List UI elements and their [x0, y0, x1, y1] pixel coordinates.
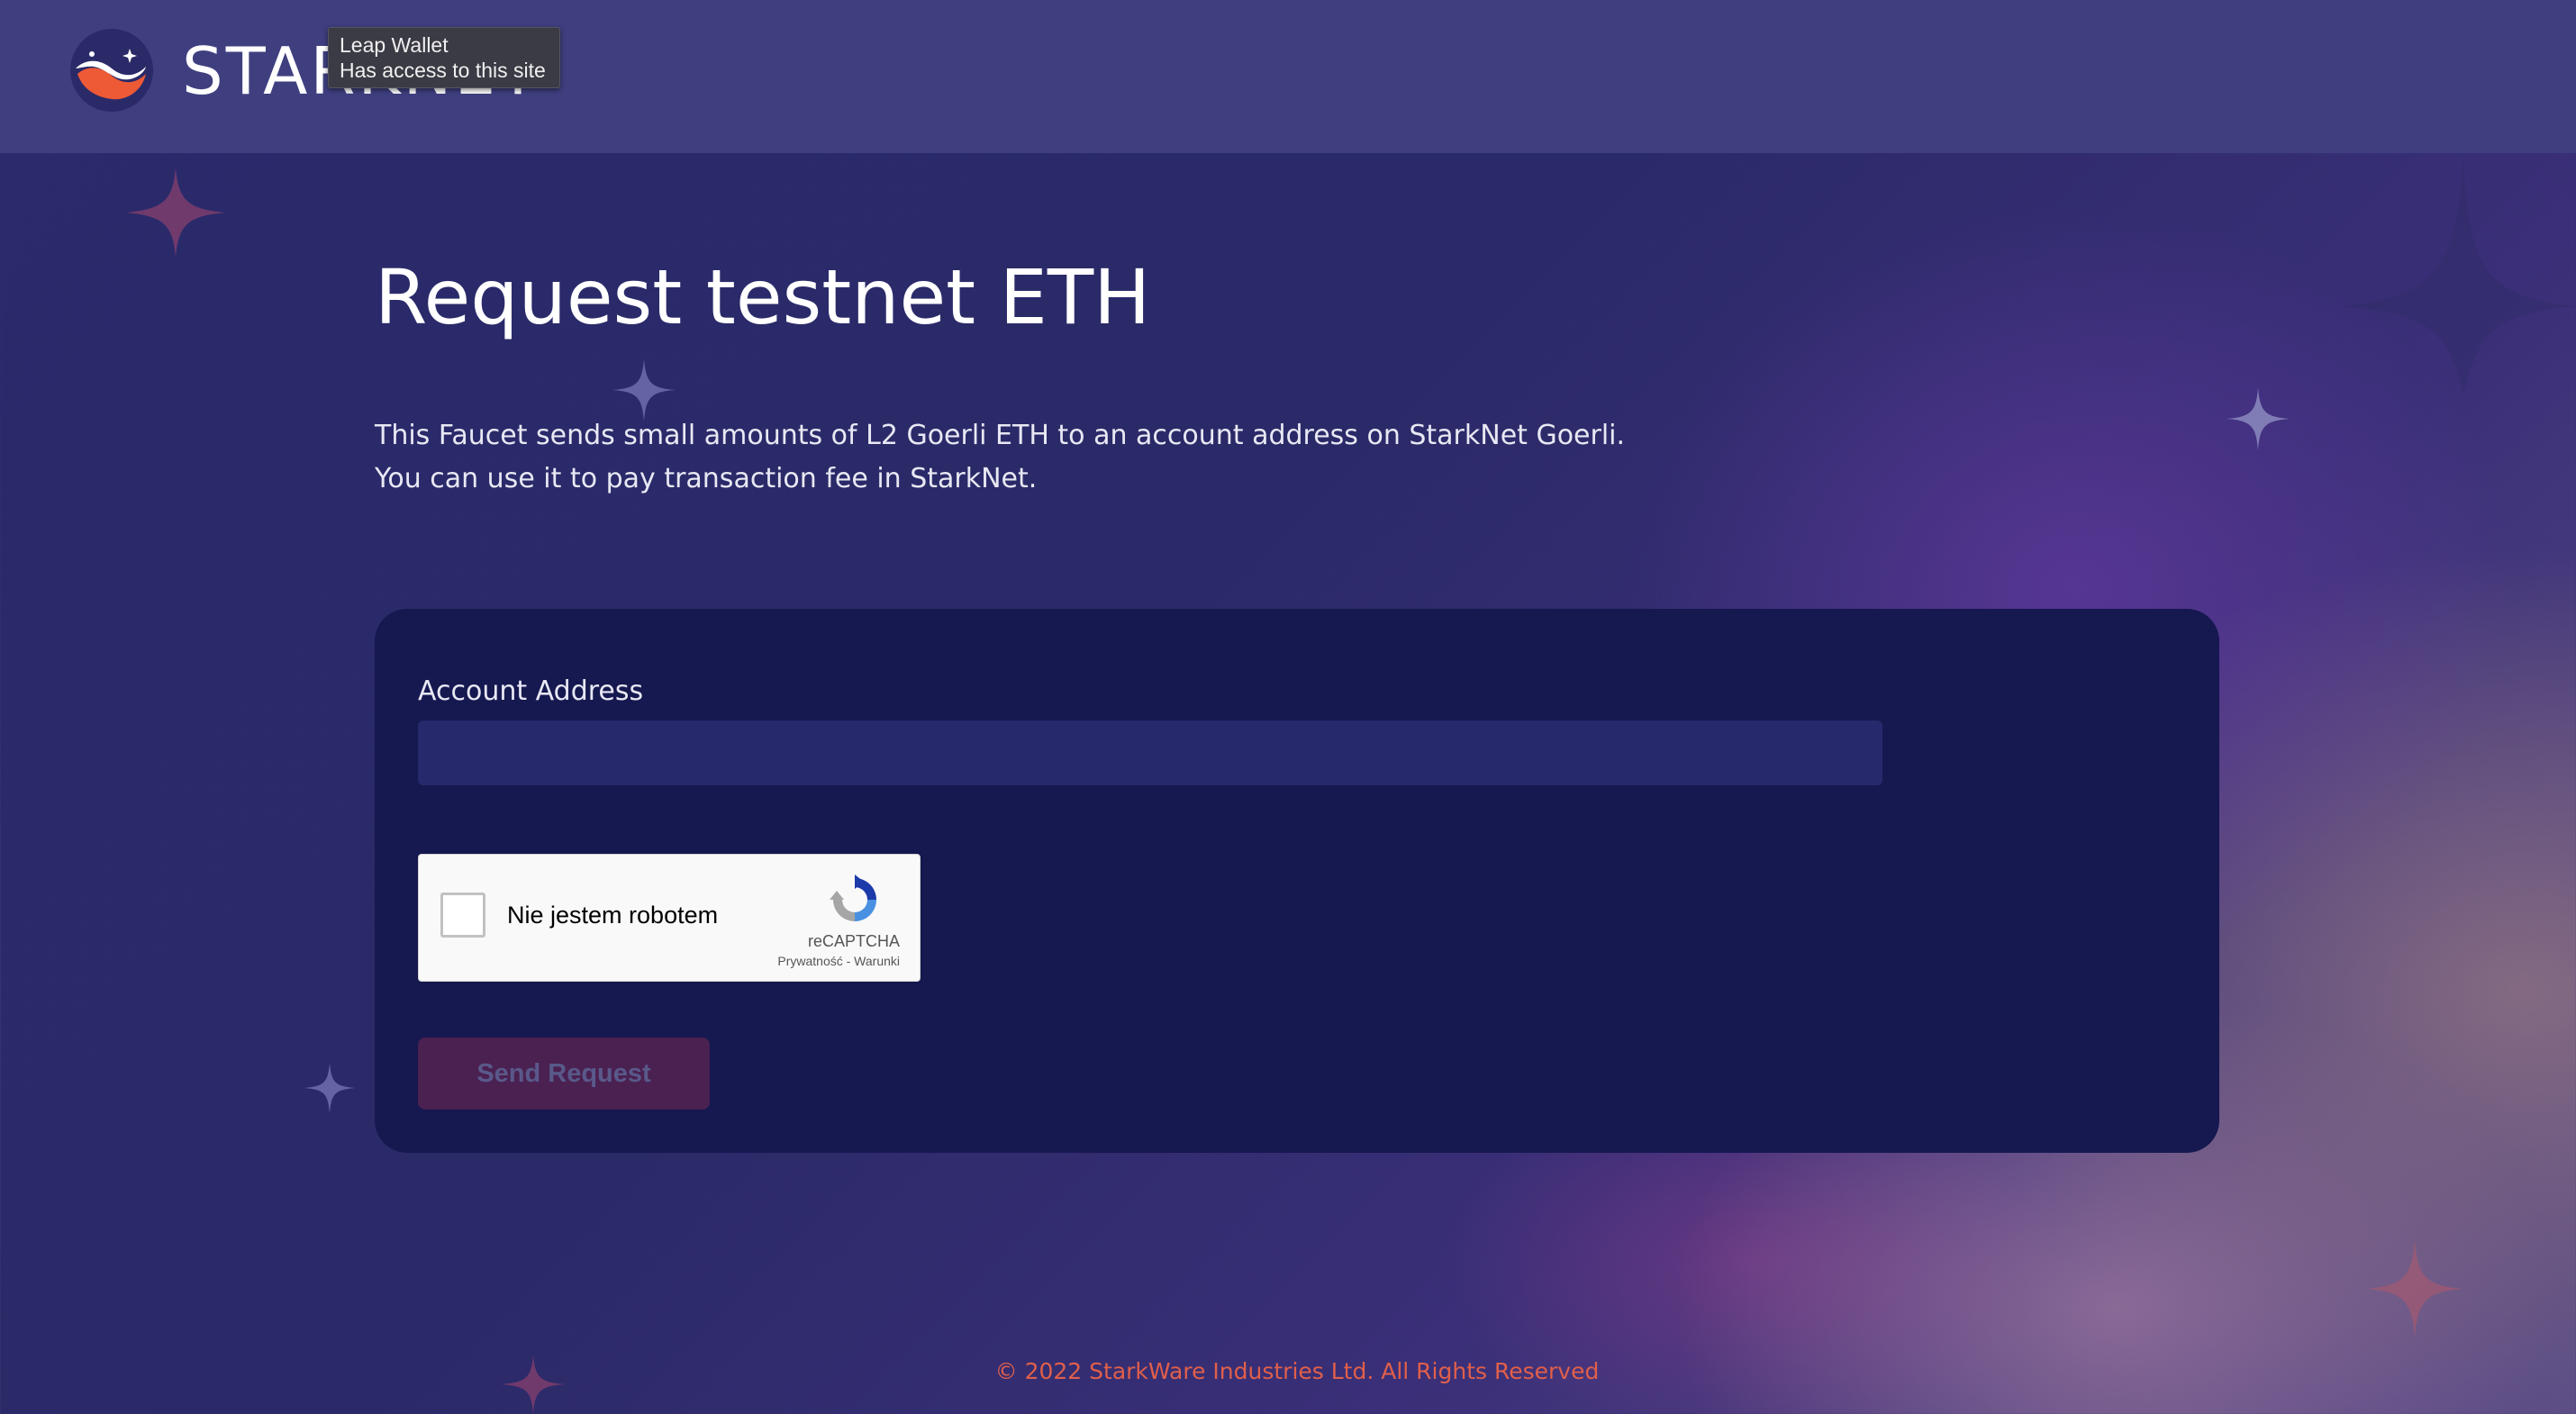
tooltip-title: Leap Wallet [340, 33, 449, 57]
footer-copyright: © 2022 StarkWare Industries Ltd. All Rig… [994, 1358, 1600, 1384]
description-line: This Faucet sends small amounts of L2 Go… [375, 420, 1626, 451]
page-description: This Faucet sends small amounts of L2 Go… [375, 414, 1625, 501]
recaptcha-logo-icon [830, 875, 876, 921]
tooltip-subtitle: Has access to this site [340, 59, 546, 82]
account-address-input[interactable] [418, 721, 1882, 785]
page-title: Request testnet ETH [375, 253, 1151, 341]
decorative-star-icon [2227, 387, 2290, 450]
wallet-access-tooltip: Leap Wallet Has access to this site [328, 27, 560, 88]
top-navbar: STARKNET Leap Wallet Has access to this … [0, 0, 2576, 153]
starknet-logo-icon[interactable] [70, 29, 153, 112]
description-line: You can use it to pay transaction fee in… [375, 463, 1038, 494]
recaptcha-brand: reCAPTCHA [807, 932, 900, 950]
send-request-button[interactable]: Send Request [418, 1038, 710, 1110]
decorative-star-icon [612, 358, 676, 421]
request-form-card: Account Address Nie jestem robotem reCAP… [375, 609, 2219, 1153]
recaptcha-privacy-terms-links[interactable]: Prywatność - Warunki [777, 954, 900, 968]
recaptcha-checkbox[interactable] [440, 893, 485, 938]
account-address-label: Account Address [418, 675, 644, 707]
decorative-star-icon [126, 168, 225, 258]
decorative-star-icon [2342, 153, 2576, 396]
recaptcha-label: Nie jestem robotem [507, 902, 719, 929]
recaptcha-widget: Nie jestem robotem reCAPTCHA Prywatność … [418, 854, 921, 982]
decorative-star-icon [2365, 1239, 2464, 1338]
decorative-star-icon [304, 1063, 355, 1113]
